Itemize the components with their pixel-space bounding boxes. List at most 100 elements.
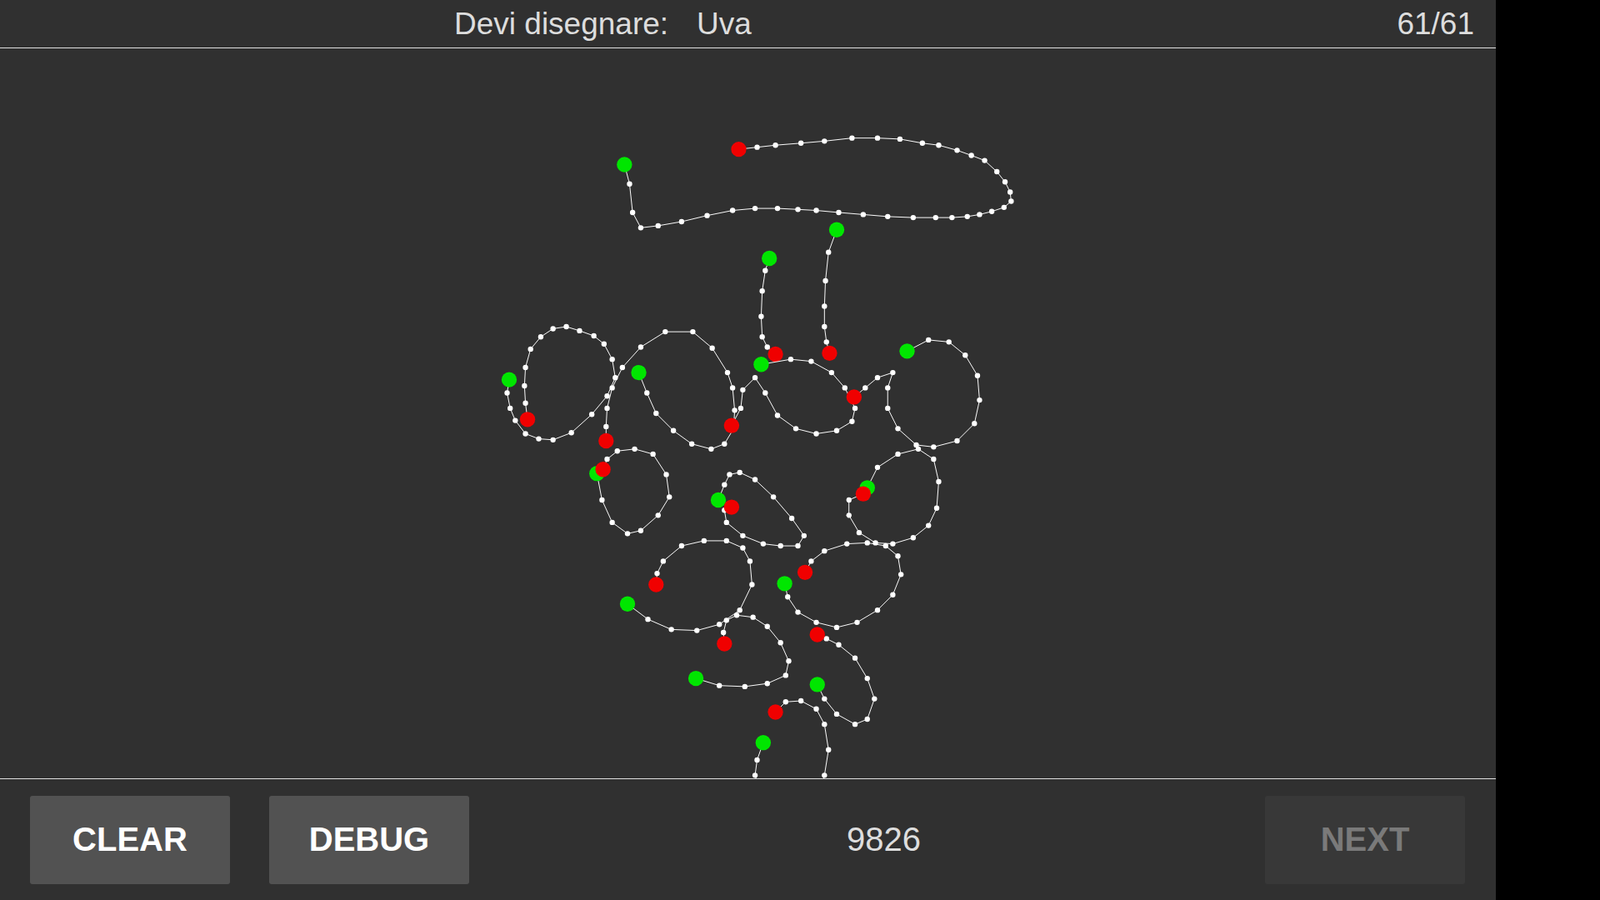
stroke-point: [788, 356, 794, 362]
stroke-point: [604, 393, 610, 399]
stroke-point: [821, 303, 827, 309]
stroke-line: [854, 340, 980, 447]
stroke-point: [662, 329, 668, 335]
stroke-point: [752, 375, 758, 380]
stroke-point: [625, 530, 630, 536]
stroke-point: [1007, 189, 1013, 195]
stroke-point: [724, 617, 730, 623]
stroke-point: [721, 441, 727, 447]
button-group: CLEAR DEBUG: [30, 795, 470, 885]
stroke: [724, 356, 859, 437]
stroke-point: [730, 207, 735, 213]
stroke-point: [885, 385, 890, 390]
stroke-point: [834, 625, 840, 630]
stroke-point: [852, 655, 858, 660]
stroke-point: [765, 344, 770, 350]
stroke-point: [620, 365, 625, 370]
stroke-point: [660, 558, 666, 564]
stroke-point: [846, 497, 852, 503]
stroke-point: [599, 497, 605, 503]
stroke-point: [1002, 179, 1008, 185]
stroke-point: [813, 430, 819, 436]
stroke-start-point: [616, 156, 632, 172]
stroke-point: [522, 400, 528, 406]
stroke-point: [854, 620, 860, 625]
stroke-point: [512, 417, 518, 423]
stroke-point: [638, 225, 644, 230]
stroke-point: [645, 616, 650, 622]
stroke-point: [740, 387, 745, 393]
stroke-point: [821, 721, 827, 727]
stroke-point: [875, 465, 880, 470]
stroke-point: [709, 345, 715, 351]
stroke-point: [783, 672, 789, 678]
stroke-start-point: [755, 735, 771, 750]
stroke-point: [626, 181, 632, 187]
app: Devi disegnare:Uva61/61CLEARDEBUG9826NEX…: [0, 0, 1496, 900]
stroke-end-point: [648, 576, 664, 592]
stroke-point: [563, 324, 569, 330]
stroke-point: [962, 352, 968, 358]
stroke-start-point: [620, 596, 635, 612]
stroke-point: [795, 543, 800, 549]
stroke-point: [742, 684, 748, 690]
stroke-start-point: [829, 222, 845, 238]
stroke-point: [915, 446, 921, 452]
stroke-end-point: [520, 411, 535, 427]
stroke-point: [758, 314, 764, 320]
stroke: [776, 540, 904, 630]
stroke-point: [813, 207, 819, 213]
stroke-point: [737, 470, 743, 475]
stroke-point: [860, 211, 866, 217]
stroke-point: [825, 250, 831, 255]
stroke-point: [910, 215, 916, 220]
stroke-point: [798, 698, 804, 704]
drawing-canvas[interactable]: [0, 48, 1496, 779]
stroke-point: [910, 535, 916, 540]
stroke-point: [737, 607, 743, 613]
stroke-point: [550, 325, 555, 331]
footer: CLEARDEBUG9826NEXT: [0, 778, 1496, 900]
stroke-end-point: [724, 499, 740, 515]
stroke-point: [849, 135, 855, 140]
stroke: [758, 250, 784, 362]
stroke-point: [793, 425, 799, 431]
action-button[interactable]: DEBUG: [269, 795, 470, 885]
stroke-point: [550, 437, 555, 443]
stroke-end-point: [767, 346, 783, 362]
stroke-line: [849, 449, 940, 545]
stroke-point: [783, 699, 789, 705]
stroke: [846, 337, 983, 450]
stroke-point: [760, 540, 766, 546]
stroke-point: [504, 390, 510, 395]
stroke-end-point: [598, 433, 614, 449]
stroke-point: [785, 594, 790, 600]
stroke-point: [949, 215, 955, 220]
stroke-point: [777, 543, 783, 549]
next-button[interactable]: NEXT: [1265, 795, 1465, 885]
stroke-end-point: [724, 418, 740, 434]
stroke-line: [507, 326, 616, 440]
stroke-line: [605, 331, 735, 450]
stroke-point: [930, 444, 936, 450]
stroke-start-point: [899, 343, 915, 359]
stroke-point: [750, 615, 755, 620]
counter: 61/61: [1396, 6, 1475, 42]
stroke-point: [690, 329, 695, 335]
stroke: [616, 135, 1014, 230]
stroke-point: [770, 494, 776, 500]
stroke-point: [852, 405, 858, 411]
stroke-point: [890, 592, 895, 598]
stroke-end-point: [730, 141, 746, 157]
stroke-point: [725, 370, 730, 375]
stroke-point: [852, 721, 858, 727]
stroke-start-point: [630, 365, 646, 380]
stroke-point: [765, 624, 770, 630]
stroke-point: [798, 140, 804, 146]
stroke-point: [630, 210, 635, 215]
stroke-point: [708, 446, 714, 452]
action-button[interactable]: CLEAR: [30, 795, 230, 885]
stroke-point: [521, 383, 527, 389]
drawing[interactable]: [0, 48, 1496, 779]
stroke-point: [568, 430, 574, 435]
